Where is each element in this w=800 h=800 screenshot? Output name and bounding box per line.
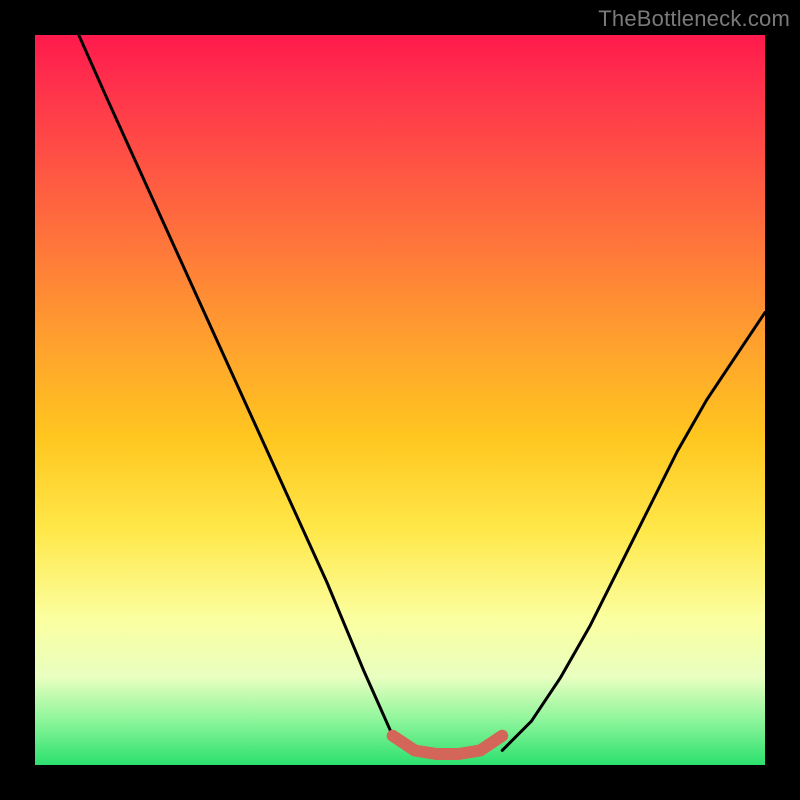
curve-overlay bbox=[35, 35, 765, 765]
right-curve-path bbox=[502, 312, 765, 750]
left-curve-path bbox=[79, 35, 415, 750]
bottom-highlight-path bbox=[393, 736, 503, 754]
chart-frame: TheBottleneck.com bbox=[0, 0, 800, 800]
watermark-text: TheBottleneck.com bbox=[598, 6, 790, 32]
plot-area bbox=[35, 35, 765, 765]
